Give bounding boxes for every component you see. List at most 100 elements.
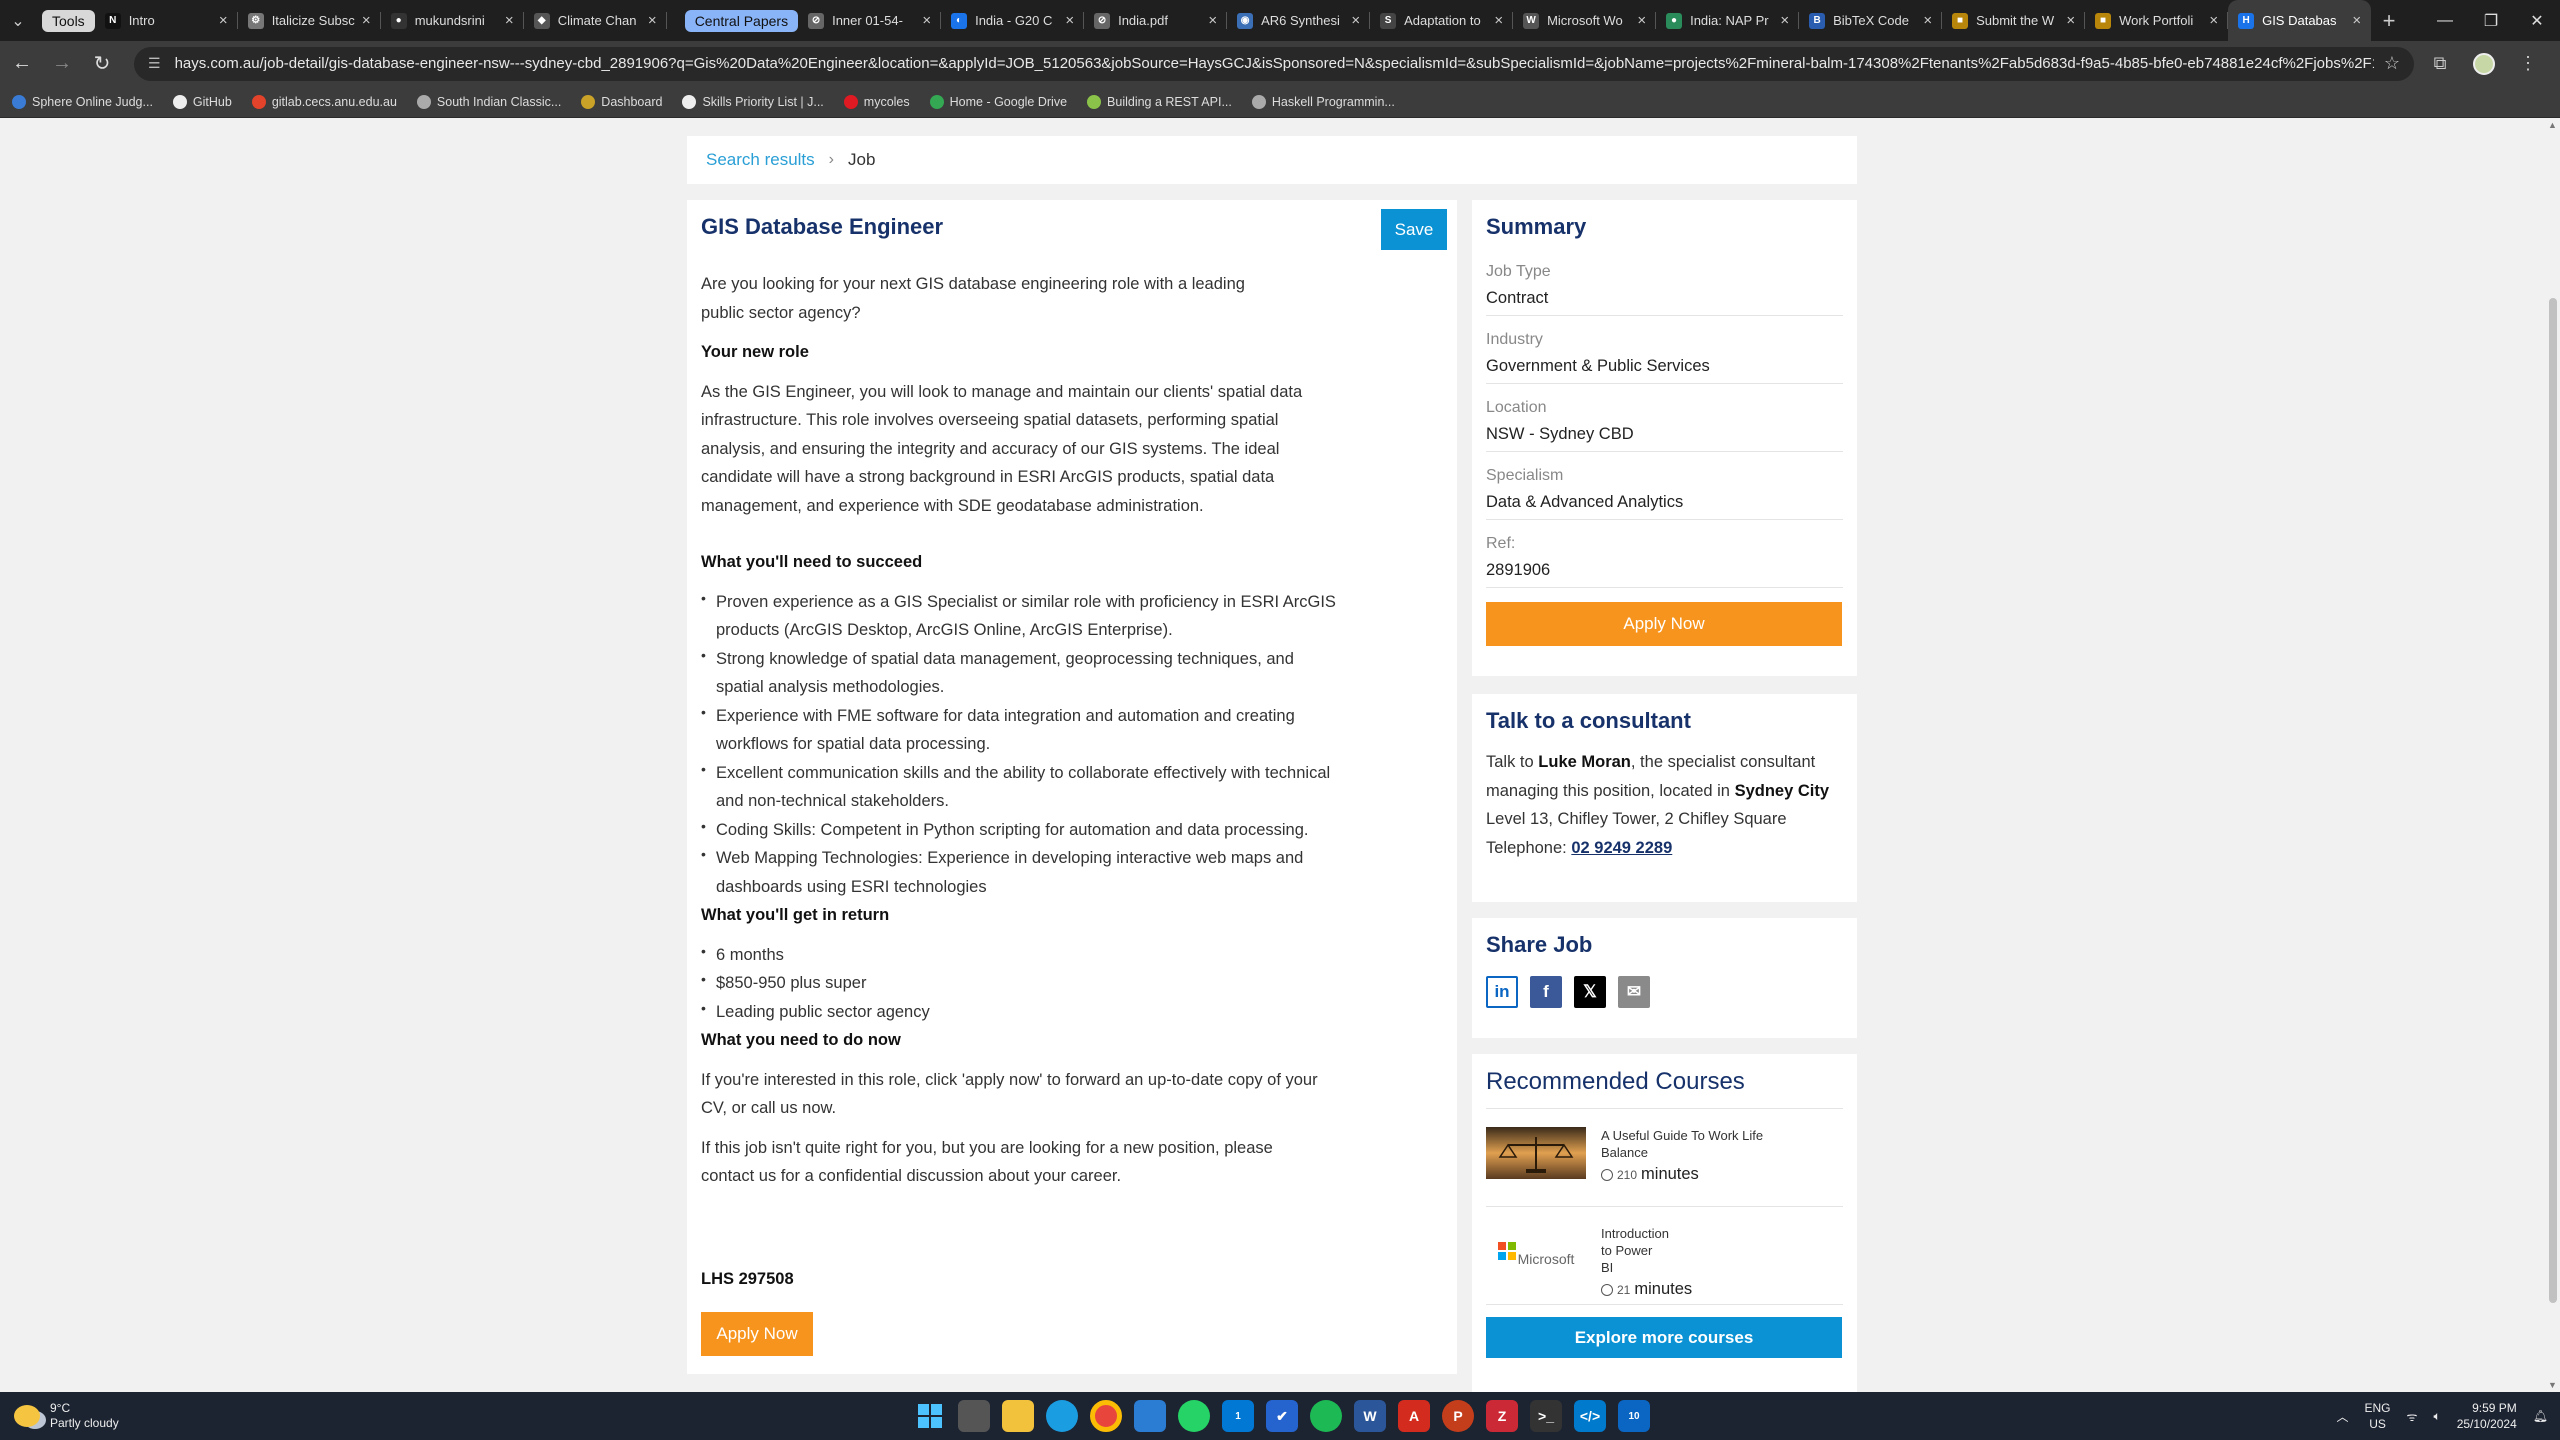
save-job-button[interactable]: Save — [1381, 209, 1447, 250]
browser-tab[interactable]: ◐ India - G20 C × — [941, 0, 1085, 41]
language-indicator[interactable]: ENG US — [2365, 1400, 2391, 1432]
tab-group-tools[interactable]: Tools — [42, 9, 95, 32]
site-info-icon[interactable]: ☰ — [148, 55, 161, 72]
bookmark-item[interactable]: Skills Priority List | J... — [682, 94, 824, 109]
breadcrumb-search-results-link[interactable]: Search results — [706, 150, 815, 170]
bookmark-item[interactable]: Sphere Online Judg... — [12, 94, 153, 109]
wifi-icon[interactable]: ᯤ — [2407, 1408, 2418, 1425]
browser-tab[interactable]: W Microsoft Wo × — [1513, 0, 1657, 41]
browser-tab[interactable]: ◉ AR6 Synthesi × — [1227, 0, 1371, 41]
close-tab-icon[interactable]: × — [219, 12, 228, 29]
close-tab-icon[interactable]: × — [1923, 12, 1932, 29]
scroll-down-arrow-icon[interactable]: ▼ — [2548, 1380, 2557, 1390]
scrollbar-thumb[interactable] — [2549, 298, 2557, 1303]
close-tab-icon[interactable]: × — [2209, 12, 2218, 29]
close-tab-icon[interactable]: × — [2066, 12, 2075, 29]
weather-widget[interactable]: 9°C Partly cloudy — [14, 1401, 119, 1431]
zotero-icon[interactable]: Z — [1486, 1400, 1518, 1432]
mail-icon[interactable]: 1 — [1222, 1400, 1254, 1432]
course-name[interactable]: Introduction to Power BI — [1601, 1225, 1669, 1276]
consultant-phone-link[interactable]: 02 9249 2289 — [1571, 839, 1672, 857]
word-icon[interactable]: W — [1354, 1400, 1386, 1432]
store-icon[interactable] — [1134, 1400, 1166, 1432]
powerpoint-icon[interactable]: P — [1442, 1400, 1474, 1432]
close-tab-icon[interactable]: × — [648, 12, 657, 29]
windows-start-icon[interactable] — [914, 1400, 946, 1432]
forward-button[interactable]: → — [44, 46, 80, 82]
tab-group-central-papers[interactable]: Central Papers — [684, 9, 799, 32]
close-tab-icon[interactable]: × — [362, 12, 371, 29]
spotify-icon[interactable] — [1310, 1400, 1342, 1432]
bookmark-item[interactable]: Dashboard — [581, 94, 662, 109]
tray-overflow-icon[interactable]: ︿ — [2337, 1408, 2349, 1425]
url-text[interactable]: hays.com.au/job-detail/gis-database-engi… — [175, 55, 2374, 72]
course-name[interactable]: A Useful Guide To Work Life Balance — [1601, 1127, 1771, 1161]
browser-tab[interactable]: ◆ Climate Chan × — [524, 0, 667, 41]
bookmark-item[interactable]: GitHub — [172, 94, 232, 109]
browser-tab[interactable]: ■ Submit the W × — [1942, 0, 2086, 41]
new-tab-button[interactable]: + — [2371, 0, 2407, 41]
course-item[interactable]: A Useful Guide To Work Life Balance 210 m… — [1486, 1109, 1843, 1207]
x-icon[interactable]: 𝕏 — [1574, 976, 1606, 1008]
browser-tab[interactable]: ■ Work Portfoli × — [2085, 0, 2229, 41]
bookmark-item[interactable]: gitlab.cecs.anu.edu.au — [251, 94, 397, 109]
browser-tab[interactable]: B BibTeX Code × — [1799, 0, 1943, 41]
bookmark-star-icon[interactable]: ☆ — [2384, 53, 2400, 74]
apply-now-button[interactable]: Apply Now — [1486, 602, 1842, 646]
profile-avatar[interactable] — [2466, 46, 2502, 82]
close-tab-icon[interactable]: × — [2352, 12, 2361, 29]
restore-button[interactable]: ❐ — [2468, 0, 2514, 41]
todo-icon[interactable]: ✔ — [1266, 1400, 1298, 1432]
volume-icon[interactable]: 🔈︎ — [2434, 1409, 2441, 1424]
close-window-button[interactable]: ✕ — [2514, 0, 2560, 41]
email-icon[interactable]: ✉ — [1618, 976, 1650, 1008]
linkedin-app-icon[interactable]: 10 — [1618, 1400, 1650, 1432]
address-bar[interactable]: ☰ hays.com.au/job-detail/gis-database-en… — [134, 46, 2414, 81]
linkedin-icon[interactable]: in — [1486, 976, 1518, 1008]
close-tab-icon[interactable]: × — [1208, 12, 1217, 29]
close-tab-icon[interactable]: × — [922, 12, 931, 29]
page-viewport: Search results › Job GIS Database Engine… — [0, 118, 2546, 1394]
bookmark-item[interactable]: Home - Google Drive — [929, 94, 1067, 109]
acrobat-icon[interactable]: A — [1398, 1400, 1430, 1432]
facebook-icon[interactable]: f — [1530, 976, 1562, 1008]
browser-tab[interactable]: ⚙ Italicize Subsc × — [238, 0, 381, 41]
close-tab-icon[interactable]: × — [1351, 12, 1360, 29]
browser-tab[interactable]: ● mukundsrini × — [381, 0, 524, 41]
chrome-icon[interactable] — [1090, 1400, 1122, 1432]
clock[interactable]: 9:59 PM 25/10/2024 — [2457, 1400, 2517, 1432]
browser-tab[interactable]: S Adaptation to × — [1370, 0, 1514, 41]
back-button[interactable]: ← — [4, 46, 40, 82]
file-explorer-icon[interactable] — [1002, 1400, 1034, 1432]
tab-search-button[interactable]: ⌄ — [0, 0, 36, 41]
close-tab-icon[interactable]: × — [505, 12, 514, 29]
close-tab-icon[interactable]: × — [1780, 12, 1789, 29]
close-tab-icon[interactable]: × — [1637, 12, 1646, 29]
bookmark-item[interactable]: mycoles — [843, 94, 910, 109]
minimize-button[interactable]: — — [2422, 0, 2468, 41]
bookmark-item[interactable]: South Indian Classic... — [416, 94, 561, 109]
notifications-icon[interactable]: 🔔︎ — [2533, 1409, 2548, 1423]
close-tab-icon[interactable]: × — [1494, 12, 1503, 29]
extensions-icon[interactable]: ⧉ — [2422, 46, 2458, 82]
explore-more-courses-button[interactable]: Explore more courses — [1486, 1317, 1842, 1358]
edge-icon[interactable] — [1046, 1400, 1078, 1432]
browser-tab[interactable]: N Intro × — [95, 0, 238, 41]
page-scrollbar[interactable]: ▲ ▼ — [2546, 118, 2560, 1392]
reload-button[interactable]: ↻ — [84, 46, 120, 82]
vscode-icon[interactable]: </> — [1574, 1400, 1606, 1432]
browser-tab[interactable]: ⊘ Inner 01-54- × — [798, 0, 942, 41]
apply-now-button-bottom[interactable]: Apply Now — [701, 1312, 813, 1356]
browser-tab[interactable]: ● India: NAP Pr × — [1656, 0, 1800, 41]
bookmark-item[interactable]: Haskell Programmin... — [1251, 94, 1395, 109]
close-tab-icon[interactable]: × — [1065, 12, 1074, 29]
terminal-icon[interactable]: >_ — [1530, 1400, 1562, 1432]
scroll-up-arrow-icon[interactable]: ▲ — [2548, 120, 2557, 130]
whatsapp-icon[interactable] — [1178, 1400, 1210, 1432]
task-view-icon[interactable] — [958, 1400, 990, 1432]
bookmark-item[interactable]: Building a REST API... — [1087, 94, 1232, 109]
browser-tab[interactable]: ⊘ India.pdf × — [1084, 0, 1228, 41]
course-item[interactable]: Microsoft Introduction to Power BI 21 min… — [1486, 1207, 1843, 1305]
browser-tab[interactable]: H GIS Databas × — [2228, 0, 2372, 41]
more-menu-icon[interactable]: ⋮ — [2510, 46, 2546, 82]
